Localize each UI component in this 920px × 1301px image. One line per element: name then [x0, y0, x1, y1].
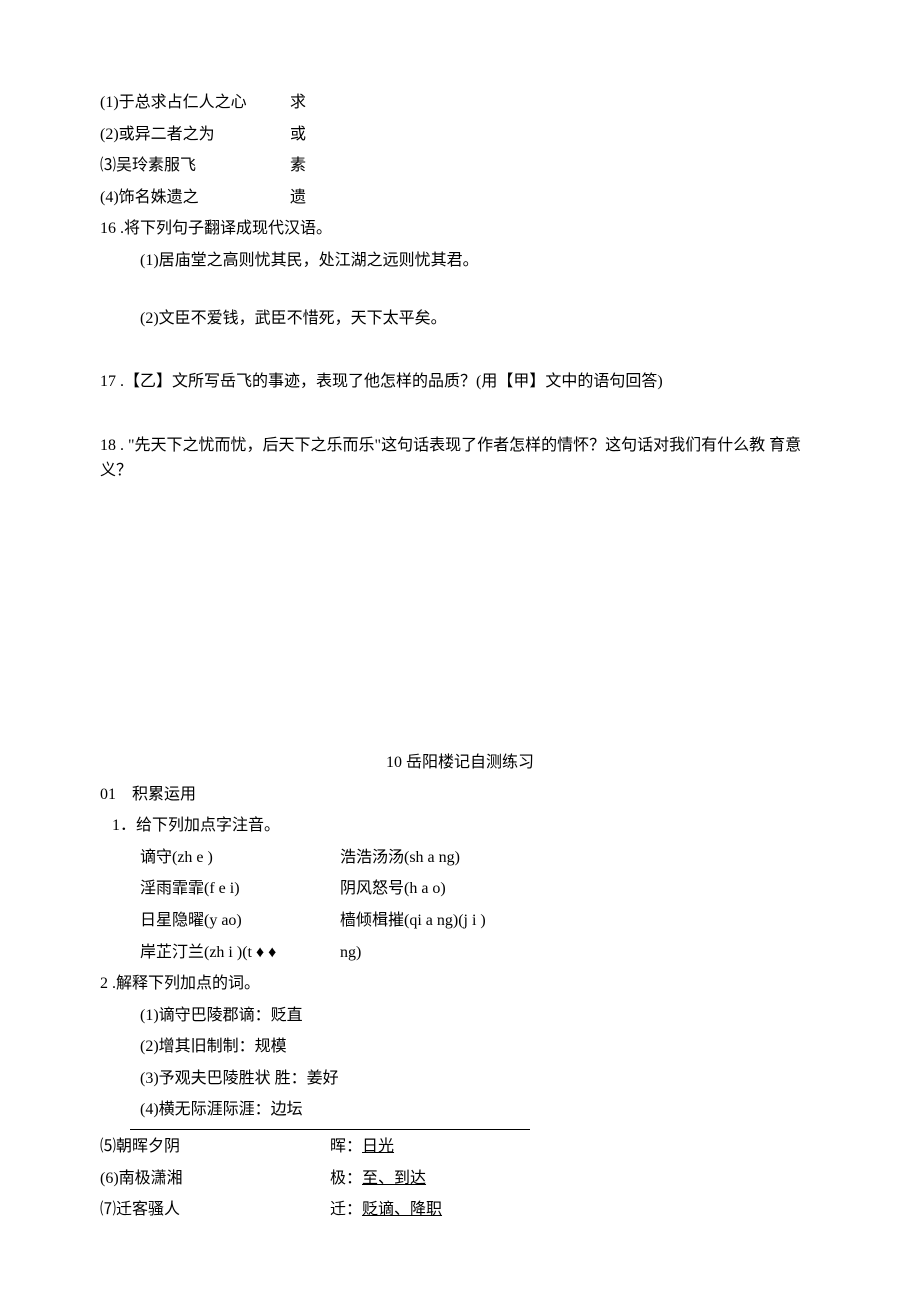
- pinyin-row-4: 岸芷汀兰(zh i )(t ♦ ♦ ng): [100, 940, 820, 966]
- question-1: 1．给下列加点字注音。: [100, 813, 820, 839]
- pinyin-3-right: 樯倾楫摧(qi a ng)(j i ): [340, 908, 486, 934]
- item-4-right: 遗: [290, 185, 306, 211]
- tbl-5-answer: 日光: [362, 1138, 394, 1155]
- item-2-right: 或: [290, 122, 306, 148]
- question-17: 17 .【乙】文所写岳飞的事迹，表现了他怎样的品质？(用【甲】文中的语句回答): [100, 369, 820, 395]
- pinyin-1-right: 浩浩汤汤(sh a ng): [340, 845, 460, 871]
- tbl-6-answer: 至、到达: [362, 1170, 426, 1187]
- item-4-left: (4)饰名姝遗之: [100, 185, 290, 211]
- pinyin-2-left: 淫雨霏霏(f e i): [140, 876, 340, 902]
- question-2: 2 .解释下列加点的词。: [100, 971, 820, 997]
- pinyin-row-3: 日星隐曜(y ao) 樯倾楫摧(qi a ng)(j i ): [100, 908, 820, 934]
- item-2: (2)或异二者之为 或: [100, 122, 820, 148]
- pinyin-4-left: 岸芷汀兰(zh i )(t ♦ ♦: [140, 940, 340, 966]
- question-16-1: (1)居庙堂之高则忧其民，处江湖之远则忧其君。: [100, 248, 820, 274]
- question-18: 18 . "先天下之忧而忧，后天下之乐而乐"这句话表现了作者怎样的情怀？这句话对…: [100, 433, 820, 484]
- item-3: ⑶吴玲素服飞 素: [100, 153, 820, 179]
- pinyin-3-left: 日星隐曜(y ao): [140, 908, 340, 934]
- tbl-7-left: ⑺迁客骚人: [100, 1197, 330, 1223]
- divider: [130, 1129, 530, 1130]
- table-row-6: (6)南极潇湘 极：至、到达: [100, 1166, 820, 1192]
- tbl-6-label: 极：: [330, 1170, 362, 1187]
- def-3: (3)予观夫巴陵胜状 胜：姜好: [100, 1066, 820, 1092]
- table-row-7: ⑺迁客骚人 迁：贬谪、降职: [100, 1197, 820, 1223]
- def-2: (2)增其旧制制：规模: [100, 1034, 820, 1060]
- question-16-2: (2)文臣不爱钱，武臣不惜死，天下太平矣。: [100, 306, 820, 332]
- tbl-5-label: 晖：: [330, 1138, 362, 1155]
- item-2-left: (2)或异二者之为: [100, 122, 290, 148]
- item-1: (1)于总求占仁人之心 求: [100, 90, 820, 116]
- worksheet-title: 10 岳阳楼记自测练习: [100, 750, 820, 776]
- pinyin-row-1: 谪守(zh e ) 浩浩汤汤(sh a ng): [100, 845, 820, 871]
- def-1: (1)谪守巴陵郡谪：贬直: [100, 1003, 820, 1029]
- pinyin-1-left: 谪守(zh e ): [140, 845, 340, 871]
- tbl-7-label: 迁：: [330, 1201, 362, 1218]
- tbl-6-left: (6)南极潇湘: [100, 1166, 330, 1192]
- question-16: 16 .将下列句子翻译成现代汉语。: [100, 216, 820, 242]
- item-3-right: 素: [290, 153, 306, 179]
- tbl-6-right: 极：至、到达: [330, 1166, 426, 1192]
- item-1-left: (1)于总求占仁人之心: [100, 90, 290, 116]
- tbl-5-right: 晖：日光: [330, 1134, 394, 1160]
- item-3-left: ⑶吴玲素服飞: [100, 153, 290, 179]
- pinyin-2-right: 阴风怒号(h a o): [340, 876, 446, 902]
- section-01: 01 积累运用: [100, 782, 820, 808]
- item-1-right: 求: [290, 90, 306, 116]
- tbl-7-right: 迁：贬谪、降职: [330, 1197, 442, 1223]
- table-row-5: ⑸朝晖夕阴 晖：日光: [100, 1134, 820, 1160]
- item-4: (4)饰名姝遗之 遗: [100, 185, 820, 211]
- def-4: (4)横无际涯际涯：边坛: [100, 1097, 820, 1123]
- pinyin-4-right: ng): [340, 940, 361, 966]
- tbl-7-answer: 贬谪、降职: [362, 1201, 442, 1218]
- tbl-5-left: ⑸朝晖夕阴: [100, 1134, 330, 1160]
- pinyin-row-2: 淫雨霏霏(f e i) 阴风怒号(h a o): [100, 876, 820, 902]
